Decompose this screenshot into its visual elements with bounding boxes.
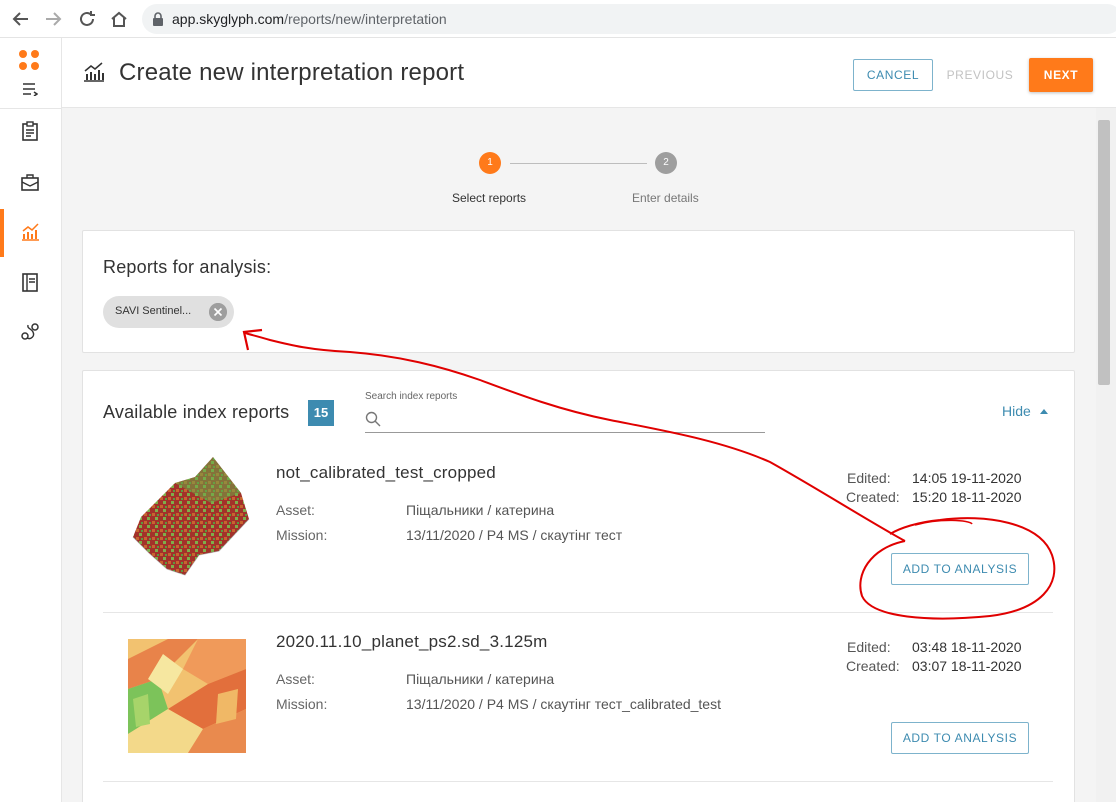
stepper-connector — [510, 163, 647, 164]
sidebar-item-notebook[interactable] — [0, 259, 62, 307]
report-thumbnail — [128, 639, 246, 753]
cancel-button[interactable]: CANCEL — [853, 59, 933, 91]
created-value: 15:20 18-11-2020 — [912, 489, 1022, 505]
main-content: 1 2 Select reports Enter details Reports… — [62, 108, 1096, 802]
report-name: 2020.11.10_planet_ps2.sd_3.125m — [276, 632, 548, 651]
chart-icon — [22, 223, 39, 241]
step-2-indicator[interactable]: 2 — [655, 152, 677, 174]
search-icon — [365, 411, 381, 427]
selected-reports-title: Reports for analysis: — [103, 257, 272, 277]
caret-up-icon[interactable] — [1040, 409, 1048, 414]
asset-value: Піщальники / катерина — [406, 671, 555, 687]
edited-value: 03:48 18-11-2020 — [912, 639, 1022, 655]
url-text: app.skyglyph.com/reports/new/interpretat… — [172, 11, 447, 27]
mission-label: Mission: — [276, 527, 328, 543]
report-count-badge: 15 — [308, 400, 334, 426]
search-label: Search index reports — [365, 391, 458, 402]
report-thumbnail — [132, 457, 250, 576]
sidebar-item-missions[interactable] — [0, 159, 62, 207]
menu-toggle-icon[interactable] — [22, 82, 38, 96]
asset-label: Asset: — [276, 671, 315, 687]
available-reports-card: Available index reports 15 Search index … — [82, 370, 1075, 802]
back-icon[interactable] — [10, 8, 32, 30]
search-input[interactable] — [365, 432, 765, 433]
created-label: Created: — [846, 489, 900, 505]
report-name: not_calibrated_test_cropped — [276, 463, 496, 482]
asset-value: Піщальники / катерина — [406, 502, 555, 518]
edited-label: Edited: — [847, 470, 891, 486]
address-bar[interactable]: app.skyglyph.com/reports/new/interpretat… — [142, 4, 1116, 34]
app-sidebar — [0, 38, 62, 802]
mission-value: 13/11/2020 / P4 MS / скаутінг тест — [406, 527, 623, 543]
sidebar-item-reports-list[interactable] — [0, 108, 62, 156]
route-icon — [21, 323, 39, 340]
report-row: 2020.11.10_planet_ps2.sd_3.125m Asset: П… — [103, 612, 1053, 782]
selected-reports-card: Reports for analysis: SAVI Sentinel... — [82, 230, 1075, 353]
browser-toolbar: app.skyglyph.com/reports/new/interpretat… — [0, 0, 1116, 38]
scrollbar-thumb[interactable] — [1098, 120, 1110, 385]
created-label: Created: — [846, 658, 900, 674]
close-icon[interactable] — [209, 303, 227, 321]
notebook-icon — [22, 273, 38, 292]
mission-value: 13/11/2020 / P4 MS / скаутінг тест_calib… — [406, 696, 721, 712]
step-1-indicator[interactable]: 1 — [479, 152, 501, 174]
previous-button[interactable]: PREVIOUS — [945, 59, 1015, 91]
edited-label: Edited: — [847, 639, 891, 655]
chip-label: SAVI Sentinel... — [115, 305, 192, 317]
step-1-label: Select reports — [452, 191, 527, 205]
hide-toggle[interactable]: Hide — [1002, 403, 1031, 419]
reload-icon[interactable] — [76, 8, 98, 30]
app-logo-icon[interactable] — [19, 50, 41, 72]
lock-icon — [153, 12, 163, 26]
available-reports-title: Available index reports — [103, 402, 290, 422]
briefcase-icon — [21, 174, 39, 191]
chart-icon — [84, 62, 104, 82]
edited-value: 14:05 19-11-2020 — [912, 470, 1022, 486]
add-to-analysis-button[interactable]: ADD TO ANALYSIS — [891, 553, 1029, 585]
sidebar-item-routes[interactable] — [0, 309, 62, 357]
created-value: 03:07 18-11-2020 — [912, 658, 1022, 674]
sidebar-item-analytics[interactable] — [0, 209, 62, 257]
next-button[interactable]: NEXT — [1029, 58, 1093, 92]
clipboard-icon — [22, 121, 38, 141]
mission-label: Mission: — [276, 696, 328, 712]
page-header: Create new interpretation report CANCEL … — [62, 38, 1116, 108]
add-to-analysis-button[interactable]: ADD TO ANALYSIS — [891, 722, 1029, 754]
report-row: not_calibrated_test_cropped Asset: Піщал… — [103, 443, 1053, 613]
home-icon[interactable] — [108, 8, 130, 30]
selected-report-chip[interactable]: SAVI Sentinel... — [103, 296, 234, 328]
step-2-label: Enter details — [632, 191, 699, 205]
page-title: Create new interpretation report — [119, 59, 465, 86]
forward-icon[interactable] — [42, 8, 64, 30]
asset-label: Asset: — [276, 502, 315, 518]
